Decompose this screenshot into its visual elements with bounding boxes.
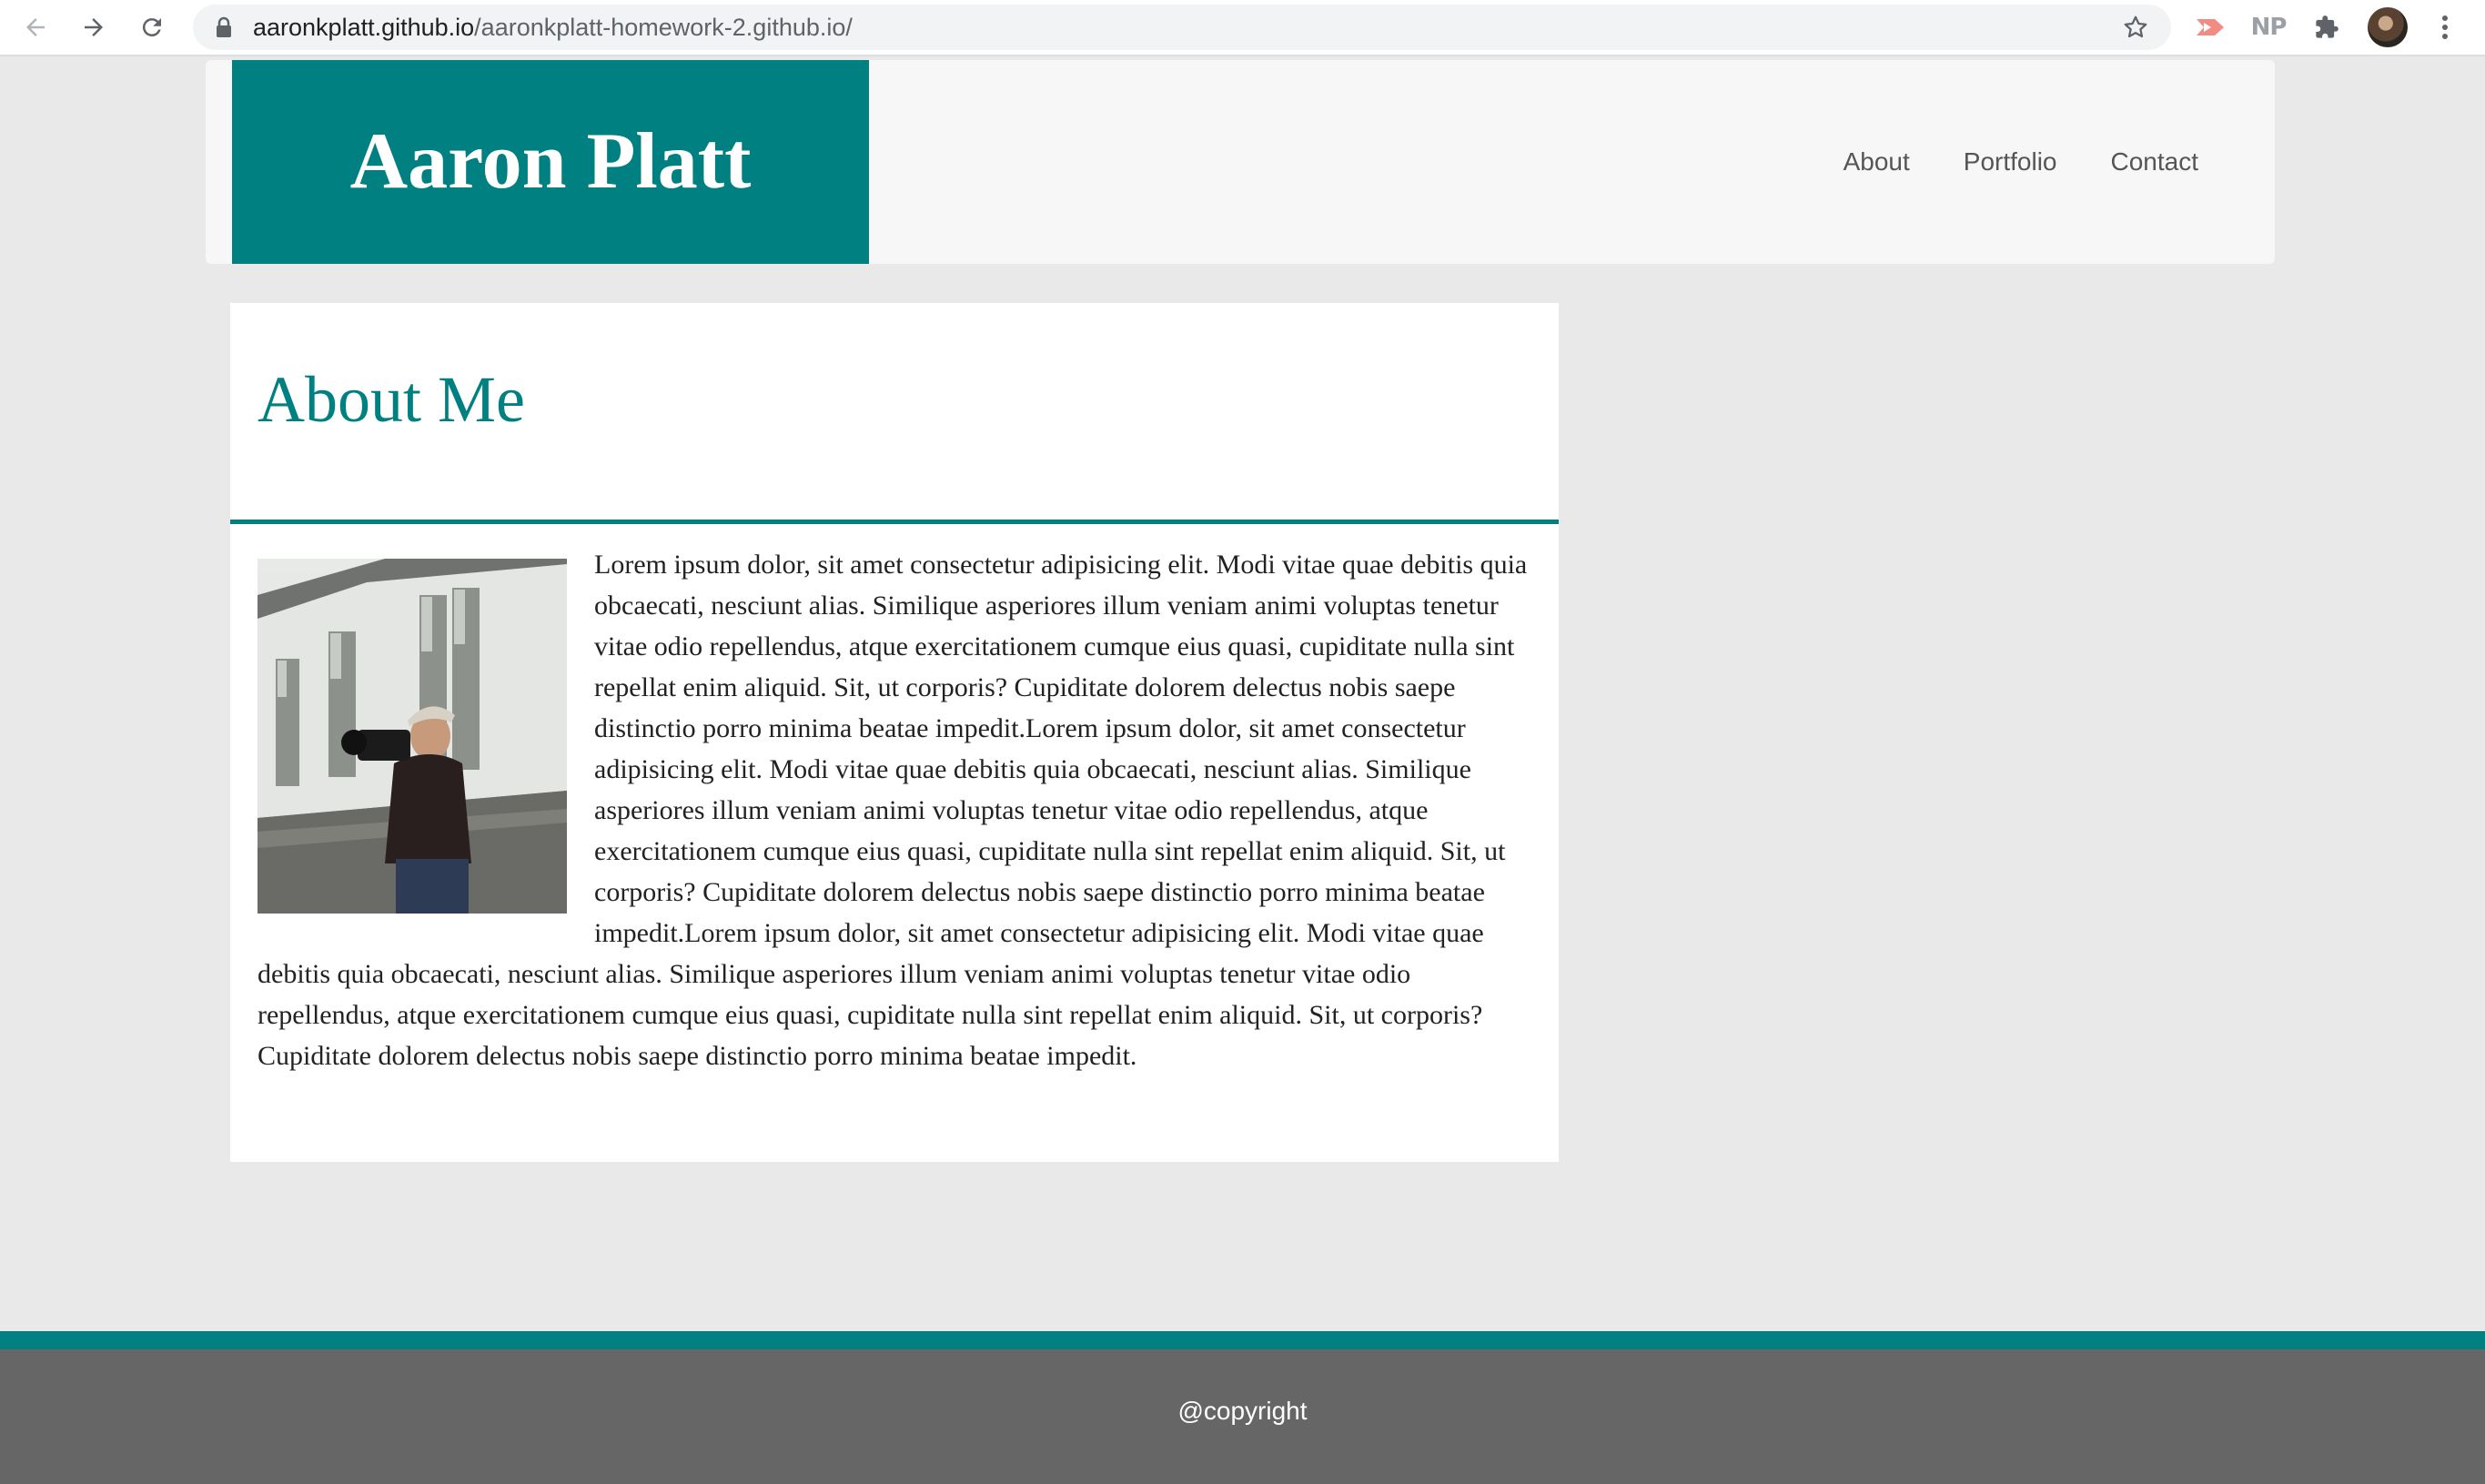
reload-icon[interactable] bbox=[131, 6, 173, 48]
nav-link-contact[interactable]: Contact bbox=[2111, 147, 2199, 177]
lock-icon bbox=[215, 16, 233, 43]
kebab-menu-icon[interactable] bbox=[2424, 6, 2466, 48]
star-icon[interactable] bbox=[2122, 14, 2149, 45]
about-card: About Me Lorem ipsum dolor, sit amet con… bbox=[230, 303, 1559, 1162]
cast-extension-icon[interactable] bbox=[2189, 6, 2231, 48]
np-extension-label: NP bbox=[2250, 14, 2288, 41]
about-body: Lorem ipsum dolor, sit amet consectetur … bbox=[230, 524, 1559, 1076]
puzzle-extensions-icon[interactable] bbox=[2306, 6, 2348, 48]
about-heading: About Me bbox=[258, 363, 525, 436]
site-footer: @copyright bbox=[0, 1349, 2485, 1484]
about-header: About Me bbox=[230, 303, 1559, 524]
profile-avatar[interactable] bbox=[2368, 7, 2408, 47]
nav-link-portfolio[interactable]: Portfolio bbox=[1964, 147, 2057, 177]
forward-arrow-icon[interactable] bbox=[73, 6, 115, 48]
site-title: Aaron Platt bbox=[349, 117, 752, 206]
url-text: aaronkplatt.github.io/aaronkplatt-homewo… bbox=[253, 5, 853, 50]
url-path: /aaronkplatt-homework-2.github.io/ bbox=[474, 14, 853, 41]
back-arrow-icon[interactable] bbox=[15, 6, 56, 48]
main-nav: About Portfolio Contact bbox=[1790, 60, 2198, 264]
url-host: aaronkplatt.github.io bbox=[253, 14, 475, 41]
np-extension-icon[interactable]: NP bbox=[2248, 6, 2289, 48]
copyright-text: @copyright bbox=[1177, 1397, 1308, 1425]
footer-accent-bar bbox=[0, 1331, 2485, 1349]
address-bar[interactable]: aaronkplatt.github.io/aaronkplatt-homewo… bbox=[193, 5, 2171, 50]
profile-photo bbox=[258, 559, 567, 914]
nav-link-about[interactable]: About bbox=[1844, 147, 1910, 177]
site-header: Aaron Platt About Portfolio Contact bbox=[206, 60, 2275, 264]
brand-block: Aaron Platt bbox=[232, 60, 869, 264]
browser-toolbar: aaronkplatt.github.io/aaronkplatt-homewo… bbox=[0, 0, 2485, 56]
